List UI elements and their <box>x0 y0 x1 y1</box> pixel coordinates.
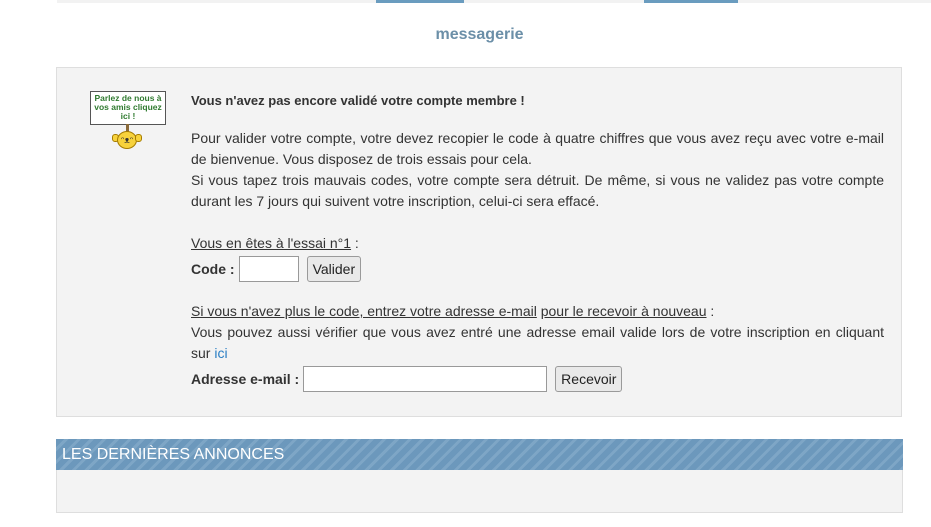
validation-panel: Parlez de nous à vos amis cliquez ici ! … <box>56 67 902 417</box>
code-input[interactable] <box>238 256 299 282</box>
top-divider <box>57 0 931 3</box>
email-check-text: Vous pouvez aussi vérifier que vous avez… <box>191 322 884 364</box>
announcements-header: LES DERNIÈRES ANNONCES <box>56 439 903 470</box>
code-row: Code : Valider <box>191 254 884 284</box>
nav-tab-indicator[interactable] <box>376 0 464 3</box>
smiley-sign-icon[interactable]: Parlez de nous à vos amis cliquez ici ! … <box>90 91 168 149</box>
check-email-link[interactable]: ici <box>214 345 227 361</box>
attempt-line: Vous en êtes à l'essai n°1 : <box>191 233 884 254</box>
validation-warning: Si vous tapez trois mauvais codes, votre… <box>191 172 884 209</box>
code-label: Code : <box>191 260 235 277</box>
hand-icon <box>135 134 142 142</box>
validation-content: Vous n'avez pas encore validé votre comp… <box>191 90 884 394</box>
resend-lead-underlined-2: pour le recevoir à nouveau <box>540 303 707 319</box>
resend-lead-suffix: : <box>706 303 715 319</box>
validate-button[interactable]: Valider <box>306 256 362 282</box>
receive-button[interactable]: Recevoir <box>555 366 623 392</box>
nav-tab-indicator[interactable] <box>644 0 738 3</box>
email-input[interactable] <box>303 366 548 392</box>
smiley-face-icon: ᵔᴥᵔ <box>117 131 137 149</box>
announcements-body <box>56 470 903 513</box>
attempt-label: Vous en êtes à l'essai n°1 <box>191 235 352 251</box>
email-label: Adresse e-mail : <box>191 370 300 387</box>
attempt-suffix: : <box>351 235 359 251</box>
email-row: Adresse e-mail : Recevoir <box>191 364 884 394</box>
validation-heading: Vous n'avez pas encore validé votre comp… <box>191 93 525 108</box>
page-title: messagerie <box>435 26 524 43</box>
email-check-sentence: Vous pouvez aussi vérifier que vous avez… <box>191 324 884 361</box>
resend-lead: Si vous n'avez plus le code, entrez votr… <box>191 301 884 322</box>
resend-lead-underlined-1: Si vous n'avez plus le code, entrez votr… <box>191 303 537 319</box>
validation-instructions: Pour valider votre compte, votre devez r… <box>191 130 884 167</box>
sign-text[interactable]: Parlez de nous à vos amis cliquez ici ! <box>90 91 166 125</box>
